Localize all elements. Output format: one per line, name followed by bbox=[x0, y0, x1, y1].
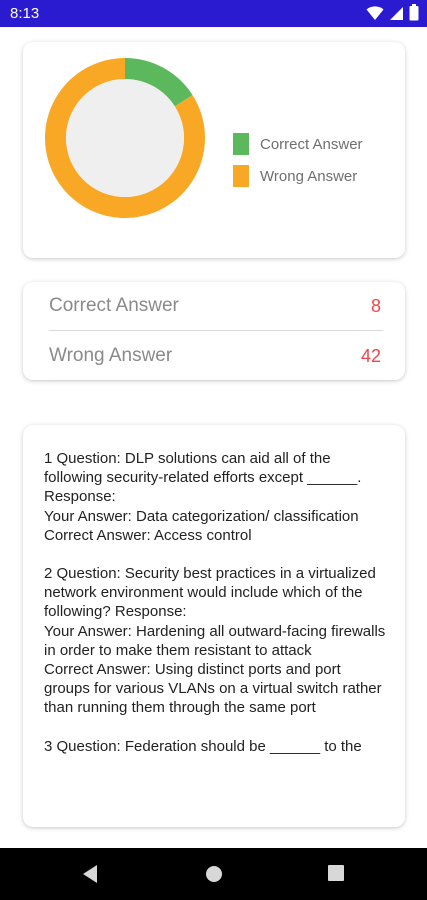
wrong-answer-label: Wrong Answer bbox=[49, 345, 173, 366]
correct-answer-count: 8 bbox=[370, 295, 381, 316]
your-answer-text: Your Answer: Hardening all outward-facin… bbox=[44, 622, 386, 659]
legend-swatch-correct bbox=[233, 133, 249, 155]
summary-card: Correct Answer 8 Wrong Answer 42 bbox=[23, 282, 405, 381]
wrong-answer-row: Wrong Answer 42 bbox=[49, 332, 383, 381]
donut-hole bbox=[66, 79, 184, 197]
donut-chart bbox=[45, 58, 206, 218]
chart-legend: Correct Answer Wrong Answer bbox=[233, 128, 363, 192]
question-text: 3 Question: Federation should be ______ … bbox=[44, 737, 362, 755]
your-answer-text: Your Answer: Data categorization/ classi… bbox=[44, 507, 359, 525]
navigation-bar bbox=[0, 848, 427, 900]
legend-label-wrong: Wrong Answer bbox=[260, 167, 358, 185]
wrong-answer-count: 42 bbox=[360, 345, 381, 366]
status-bar: 8:13 bbox=[0, 0, 427, 27]
back-icon[interactable] bbox=[81, 864, 99, 884]
wifi-icon bbox=[366, 5, 384, 20]
question-item: 3 Question: Federation should be ______ … bbox=[44, 737, 388, 756]
status-time: 8:13 bbox=[10, 5, 40, 22]
chart-card: Correct Answer Wrong Answer bbox=[23, 42, 405, 258]
question-text: 2 Question: Security best practices in a… bbox=[44, 565, 376, 621]
legend-item-correct: Correct Answer bbox=[233, 128, 363, 160]
questions-list: 1 Question: DLP solutions can aid all of… bbox=[44, 449, 388, 775]
recents-icon[interactable] bbox=[327, 864, 345, 882]
question-item: 2 Question: Security best practices in a… bbox=[44, 564, 388, 718]
battery-icon bbox=[409, 4, 419, 21]
correct-answer-label: Correct Answer bbox=[49, 295, 179, 316]
legend-label-correct: Correct Answer bbox=[260, 135, 363, 153]
correct-answer-text: Correct Answer: Using distinct ports and… bbox=[44, 661, 382, 717]
status-icons bbox=[366, 4, 419, 21]
home-icon[interactable] bbox=[204, 864, 224, 884]
correct-answer-text: Correct Answer: Access control bbox=[44, 526, 252, 544]
questions-card[interactable]: 1 Question: DLP solutions can aid all of… bbox=[23, 425, 405, 827]
legend-swatch-wrong bbox=[233, 165, 249, 187]
correct-answer-row: Correct Answer 8 bbox=[49, 282, 383, 331]
question-item: 1 Question: DLP solutions can aid all of… bbox=[44, 449, 388, 545]
signal-icon bbox=[390, 6, 403, 20]
legend-item-wrong: Wrong Answer bbox=[233, 160, 363, 192]
question-text: 1 Question: DLP solutions can aid all of… bbox=[44, 450, 362, 506]
